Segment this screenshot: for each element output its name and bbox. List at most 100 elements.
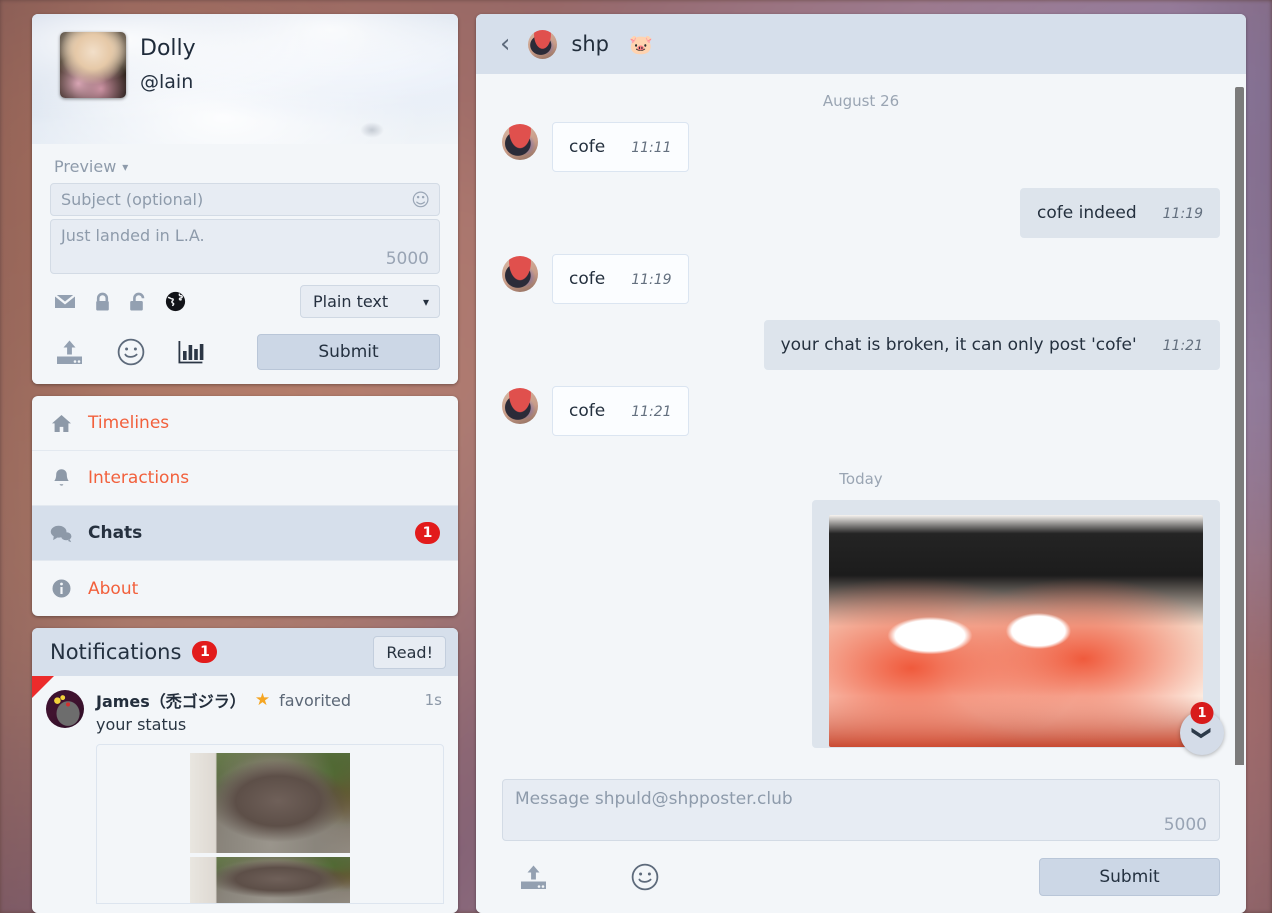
scroll-to-bottom-button[interactable]: ❯ 1 [1180,702,1224,755]
emoji-icon[interactable] [631,863,659,891]
format-select[interactable]: Plain text ▾ [300,285,440,318]
notifications-title: Notifications [50,640,182,664]
chat-message-input[interactable]: Message shpuld@shpposter.club 5000 [502,779,1220,841]
envelope-icon[interactable] [54,293,76,310]
message-avatar[interactable] [502,256,538,292]
chat-submit-button[interactable]: Submit [1039,858,1220,896]
chevron-down-icon: ▾ [122,159,129,174]
day-separator: August 26 [822,92,900,110]
mark-read-button[interactable]: Read! [373,635,446,669]
day-separator: Today [839,470,883,488]
upload-icon[interactable] [518,863,549,891]
lock-closed-icon[interactable] [94,292,111,312]
sidebar-item-label: Chats [88,523,143,543]
chat-action-row: Submit [502,858,1220,896]
sidebar-item-about[interactable]: About [32,561,458,616]
chat-input-placeholder: Message shpuld@shpposter.club [515,789,793,809]
chat-message-outgoing: cofe indeed 11:19 [502,188,1220,238]
message-bubble[interactable]: cofe 11:11 [552,122,689,172]
pig-emoji-icon: 🐷 [629,33,653,56]
chat-partner-avatar[interactable] [528,29,558,59]
message-text: cofe [569,137,606,157]
left-column: Dolly @lain Preview ▾ Subject (optional)… [32,14,458,913]
message-text: cofe indeed [1037,203,1137,223]
globe-icon[interactable] [165,291,186,312]
message-bubble[interactable]: cofe 11:21 [552,386,689,436]
notification-time: 1s [424,691,442,709]
emoji-icon[interactable] [117,338,145,366]
chevron-down-icon: ▾ [422,294,429,309]
message-time: 11:21 [631,404,672,420]
scroll-unread-badge: 1 [1190,702,1214,724]
composer-action-row: Submit [50,334,440,370]
chat-scrollbar[interactable] [1235,87,1244,765]
chat-panel: ‹ shp 🐷 August 26 cofe 11:11 cofe indeed [476,14,1246,913]
notification-row: James（禿ゴジラ） ★ favorited 1s your status [46,688,444,734]
chat-message-outgoing: your chat is broken, it can only post 'c… [502,320,1220,370]
composer-action-icons [50,338,205,366]
user-names: Dolly @lain [140,32,196,96]
lock-open-icon[interactable] [129,292,147,312]
notification-action: favorited [279,690,352,710]
message-text: your chat is broken, it can only post 'c… [780,335,1137,355]
message-bubble[interactable]: your chat is broken, it can only post 'c… [763,320,1220,370]
message-time: 11:11 [631,140,672,156]
sidebar-item-timelines[interactable]: Timelines [32,396,458,451]
profile-banner: Dolly @lain [32,14,458,144]
chat-message-outgoing-media [502,500,1220,748]
message-text: cofe [569,401,606,421]
notification-attachments [96,744,444,904]
notification-item[interactable]: James（禿ゴジラ） ★ favorited 1s your status [32,676,458,904]
chat-header: ‹ shp 🐷 [476,14,1246,74]
message-bubble[interactable]: cofe 11:19 [552,254,689,304]
notifications-panel: Notifications 1 Read! James（禿ゴジラ） ★ favo… [32,628,458,913]
scope-icons [50,291,186,312]
message-bubble[interactable]: cofe indeed 11:19 [1020,188,1220,238]
poll-icon[interactable] [177,338,205,366]
star-icon: ★ [254,690,271,710]
upload-icon[interactable] [54,338,85,366]
info-icon [50,579,72,598]
chat-message-incoming: cofe 11:21 [502,386,1220,436]
scope-row: Plain text ▾ [50,285,440,318]
post-body-input[interactable]: Just landed in L.A. 5000 [50,219,440,274]
notifications-badge: 1 [192,641,218,663]
notifications-list[interactable]: James（禿ゴジラ） ★ favorited 1s your status [32,676,458,913]
unread-corner-indicator [32,676,54,698]
user-card-panel: Dolly @lain Preview ▾ Subject (optional)… [32,14,458,384]
notifications-title-wrap: Notifications 1 [50,640,218,664]
subject-input[interactable]: Subject (optional) ☺ [50,183,440,216]
banner-bird-decoration [360,122,384,138]
chat-action-icons [502,863,659,891]
preview-toggle[interactable]: Preview ▾ [50,154,132,183]
chat-message-incoming: cofe 11:19 [502,254,1220,304]
chevron-left-icon[interactable]: ‹ [496,31,514,57]
message-avatar[interactable] [502,388,538,424]
chevron-down-icon: ❯ [1190,725,1213,741]
user-display-name: Dolly [140,36,196,61]
chat-message-list[interactable]: August 26 cofe 11:11 cofe indeed 11:19 c… [476,74,1246,765]
message-avatar[interactable] [502,124,538,160]
notification-image-2[interactable] [190,857,350,903]
chat-composer: Message shpuld@shpposter.club 5000 Submi… [476,765,1246,913]
notification-image-1[interactable] [190,753,350,853]
chat-bubbles-icon [50,524,72,543]
notification-username[interactable]: James（禿ゴジラ） [96,688,246,712]
sidebar-item-interactions[interactable]: Interactions [32,451,458,506]
format-select-value: Plain text [313,292,389,311]
home-icon [50,414,72,433]
notification-headline: James（禿ゴジラ） ★ favorited 1s [96,688,444,712]
sidebar-item-label: Timelines [88,413,170,433]
emoji-icon[interactable]: ☺ [411,190,430,211]
notification-body: James（禿ゴジラ） ★ favorited 1s your status [96,688,444,734]
message-bubble[interactable] [812,500,1220,748]
char-counter: 5000 [385,249,429,269]
chat-attachment-image[interactable] [829,515,1203,747]
message-time: 11:19 [631,272,672,288]
message-time: 11:21 [1162,338,1203,354]
sidebar-item-chats[interactable]: Chats 1 [32,506,458,561]
app-root: Dolly @lain Preview ▾ Subject (optional)… [0,0,1272,913]
notification-status-text: your status [96,715,187,734]
user-avatar[interactable] [60,32,126,98]
submit-post-button[interactable]: Submit [257,334,440,370]
